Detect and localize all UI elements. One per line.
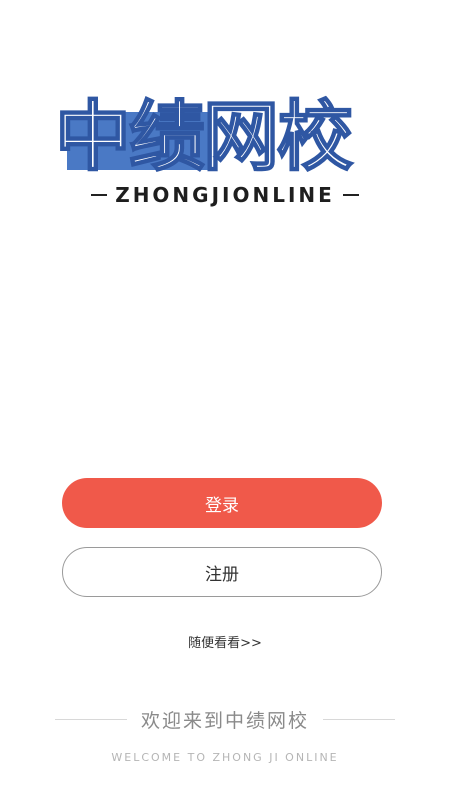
welcome-divider-right xyxy=(323,718,395,720)
welcome-text-en: WELCOME TO ZHONG JI ONLINE xyxy=(111,751,339,764)
logo-english: ZHONGJIONLINE xyxy=(55,182,395,208)
logo-chinese-text: 中绩网校 xyxy=(54,91,354,182)
browse-link[interactable]: 随便看看>> xyxy=(0,632,450,651)
logo-chinese: 中绩网校 xyxy=(54,91,395,182)
register-button[interactable]: 注册 xyxy=(62,547,382,597)
login-button[interactable]: 登录 xyxy=(62,478,382,528)
register-button-label: 注册 xyxy=(205,564,239,585)
app-logo: 中绩网校 ZHONGJIONLINE xyxy=(54,91,395,212)
welcome-banner: 欢迎来到中绩网校 xyxy=(0,704,450,734)
welcome-text-cn: 欢迎来到中绩网校 xyxy=(140,709,309,732)
logo-dash-right xyxy=(342,194,359,196)
welcome-divider-left xyxy=(54,718,127,720)
logo-dash-left xyxy=(91,194,108,196)
login-button-label: 登录 xyxy=(205,495,239,516)
logo-english-text: ZHONGJIONLINE xyxy=(115,183,335,207)
